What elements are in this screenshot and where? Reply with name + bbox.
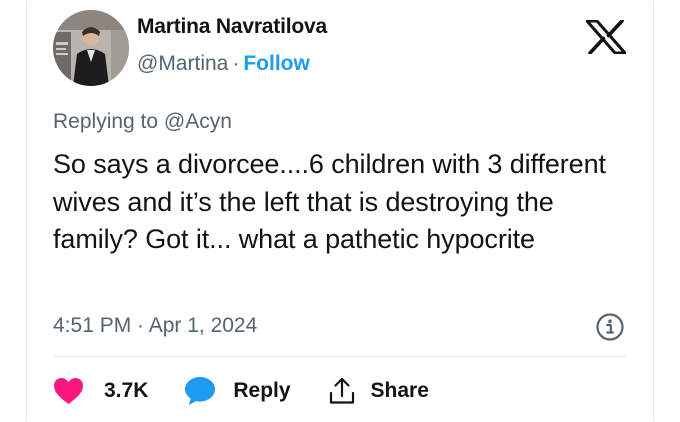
separator-dot: · xyxy=(232,52,240,75)
author-name[interactable]: Martina Navratilova xyxy=(137,15,327,39)
author-avatar[interactable] xyxy=(53,10,129,86)
author-handle[interactable]: @Martina xyxy=(137,52,228,75)
divider xyxy=(53,356,627,357)
tweet-card: Martina Navratilova @Martina · Follow Repl… xyxy=(0,0,680,422)
share-label: Share xyxy=(370,379,429,402)
like-button[interactable]: 3.7K xyxy=(53,377,148,405)
replying-to[interactable]: Replying to @Acyn xyxy=(53,110,232,134)
heart-icon xyxy=(53,377,84,405)
follow-button[interactable]: Follow xyxy=(243,52,310,75)
profile-photo-icon xyxy=(53,10,129,86)
reply-label: Reply xyxy=(233,379,291,402)
reply-button[interactable]: Reply xyxy=(184,376,291,406)
tweet-timestamp[interactable]: 4:51 PM · Apr 1, 2024 xyxy=(53,314,257,338)
like-count: 3.7K xyxy=(104,379,149,402)
info-icon[interactable] xyxy=(595,312,625,342)
share-upload-icon xyxy=(329,377,355,405)
speech-bubble-icon xyxy=(184,376,216,406)
author-handle-row: @Martina · Follow xyxy=(137,52,310,76)
share-button[interactable]: Share xyxy=(329,377,429,405)
x-logo-icon[interactable] xyxy=(585,19,627,55)
action-bar: 3.7K Reply Share xyxy=(53,375,429,407)
tweet-text: So says a divorcee....6 children with 3 … xyxy=(53,149,606,254)
